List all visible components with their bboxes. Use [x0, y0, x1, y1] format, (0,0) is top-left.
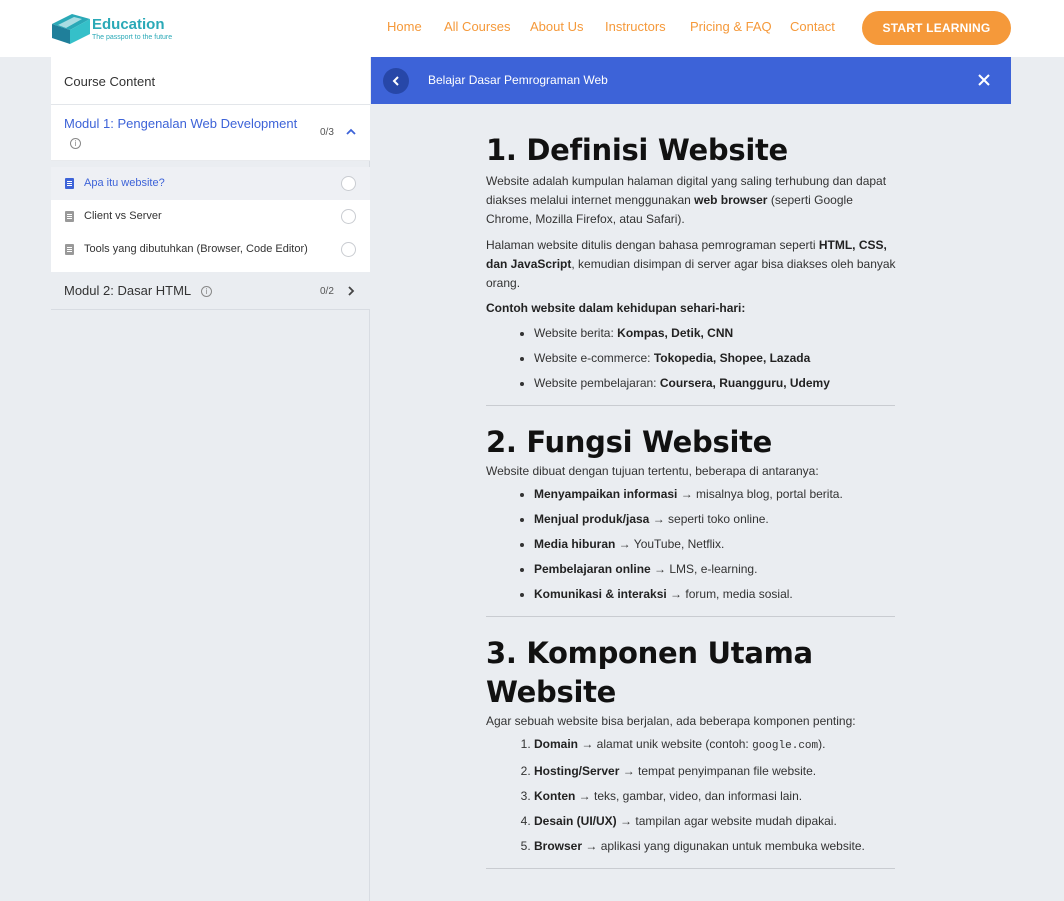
- lesson-header-bar: Belajar Dasar Pemrograman Web: [371, 57, 1011, 104]
- section-1-paragraph-1: Website adalah kumpulan halaman digital …: [486, 174, 887, 226]
- start-learning-button[interactable]: START LEARNING: [862, 11, 1011, 45]
- info-icon[interactable]: i: [201, 286, 212, 297]
- chevron-right-icon[interactable]: [346, 286, 356, 296]
- close-icon[interactable]: [976, 72, 992, 88]
- completion-checkbox[interactable]: [341, 242, 356, 257]
- nav-about-us[interactable]: About Us: [530, 19, 583, 34]
- section-3-intro: Agar sebuah website bisa berjalan, ada b…: [486, 714, 856, 728]
- lesson-title: Tools yang dibutuhkan (Browser, Code Edi…: [84, 243, 308, 255]
- examples-title: Contoh website dalam kehidupan sehari-ha…: [486, 301, 746, 315]
- section-3-heading: 3. Komponen Utama Website: [486, 636, 813, 709]
- list-item: Browser → aplikasi yang digunakan untuk …: [534, 834, 896, 859]
- document-icon: [65, 211, 74, 222]
- sidebar-header: Course Content: [51, 57, 370, 105]
- logo-name: Education: [92, 16, 165, 33]
- logo[interactable]: Education The passport to the future: [50, 10, 190, 46]
- document-icon: [65, 244, 74, 255]
- section-2-heading: 2. Fungsi Website: [486, 425, 773, 459]
- chevron-left-icon: [392, 76, 399, 86]
- course-title: Belajar Dasar Pemrograman Web: [428, 73, 608, 87]
- nav-all-courses[interactable]: All Courses: [444, 19, 510, 34]
- back-button[interactable]: [383, 68, 409, 94]
- module-2-header[interactable]: Modul 2: Dasar HTML i 0/2: [51, 272, 370, 310]
- list-item: Desain (UI/UX) → tampilan agar website m…: [534, 809, 896, 834]
- list-item: Menjual produk/jasa → seperti toko onlin…: [534, 507, 896, 532]
- sidebar-title: Course Content: [64, 74, 156, 89]
- functions-list: Menyampaikan informasi → misalnya blog, …: [534, 482, 896, 607]
- lesson-item-apa-itu-website[interactable]: Apa itu website?: [51, 167, 370, 200]
- section-divider: [486, 868, 895, 869]
- graduation-cap-icon: [52, 14, 90, 44]
- section-1-heading: 1. Definisi Website: [486, 133, 788, 167]
- lesson-item-tools[interactable]: Tools yang dibutuhkan (Browser, Code Edi…: [51, 233, 370, 272]
- document-icon: [65, 178, 74, 189]
- chevron-up-icon[interactable]: [346, 127, 356, 137]
- list-item: Domain → alamat unik website (contoh: go…: [534, 732, 896, 759]
- section-1-paragraph-2: Halaman website ditulis dengan bahasa pe…: [486, 238, 896, 290]
- nav-contact[interactable]: Contact: [790, 19, 835, 34]
- module-1-progress: 0/3: [320, 127, 334, 138]
- section-divider: [486, 616, 895, 617]
- lesson-item-client-vs-server[interactable]: Client vs Server: [51, 200, 370, 233]
- list-item: Konten → teks, gambar, video, dan inform…: [534, 784, 896, 809]
- nav-pricing-faq[interactable]: Pricing & FAQ: [690, 19, 772, 34]
- info-icon[interactable]: i: [70, 138, 81, 149]
- lesson-title: Client vs Server: [84, 210, 162, 222]
- list-item: Website e-commerce: Tokopedia, Shopee, L…: [534, 346, 896, 371]
- list-item: Media hiburan → YouTube, Netflix.: [534, 532, 896, 557]
- components-list: Domain → alamat unik website (contoh: go…: [534, 732, 896, 859]
- lesson-title: Apa itu website?: [84, 177, 165, 189]
- completion-checkbox[interactable]: [341, 209, 356, 224]
- lesson-content: 1. Definisi Website Website adalah kumpu…: [486, 131, 896, 869]
- module-2-title: Modul 2: Dasar HTML: [64, 283, 192, 298]
- list-item: Hosting/Server → tempat penyimpanan file…: [534, 759, 896, 784]
- nav-instructors[interactable]: Instructors: [605, 19, 666, 34]
- course-sidebar: Course Content Modul 1: Pengenalan Web D…: [51, 57, 370, 901]
- top-navbar: Education The passport to the future Hom…: [0, 0, 1064, 57]
- examples-list: Website berita: Kompas, Detik, CNN Websi…: [534, 321, 896, 396]
- list-item: Website berita: Kompas, Detik, CNN: [534, 321, 896, 346]
- nav-home[interactable]: Home: [387, 19, 422, 34]
- module-1-title: Modul 1: Pengenalan Web Development: [64, 116, 298, 131]
- section-2-intro: Website dibuat dengan tujuan tertentu, b…: [486, 464, 819, 478]
- list-item: Pembelajaran online → LMS, e-learning.: [534, 557, 896, 582]
- logo-tagline: The passport to the future: [92, 34, 173, 41]
- list-item: Website pembelajaran: Coursera, Ruanggur…: [534, 371, 896, 396]
- module-1-header[interactable]: Modul 1: Pengenalan Web Development i 0/…: [51, 105, 370, 161]
- completion-checkbox[interactable]: [341, 176, 356, 191]
- module-2-progress: 0/2: [320, 286, 334, 297]
- list-item: Komunikasi & interaksi → forum, media so…: [534, 582, 896, 607]
- list-item: Menyampaikan informasi → misalnya blog, …: [534, 482, 896, 507]
- section-divider: [486, 405, 895, 406]
